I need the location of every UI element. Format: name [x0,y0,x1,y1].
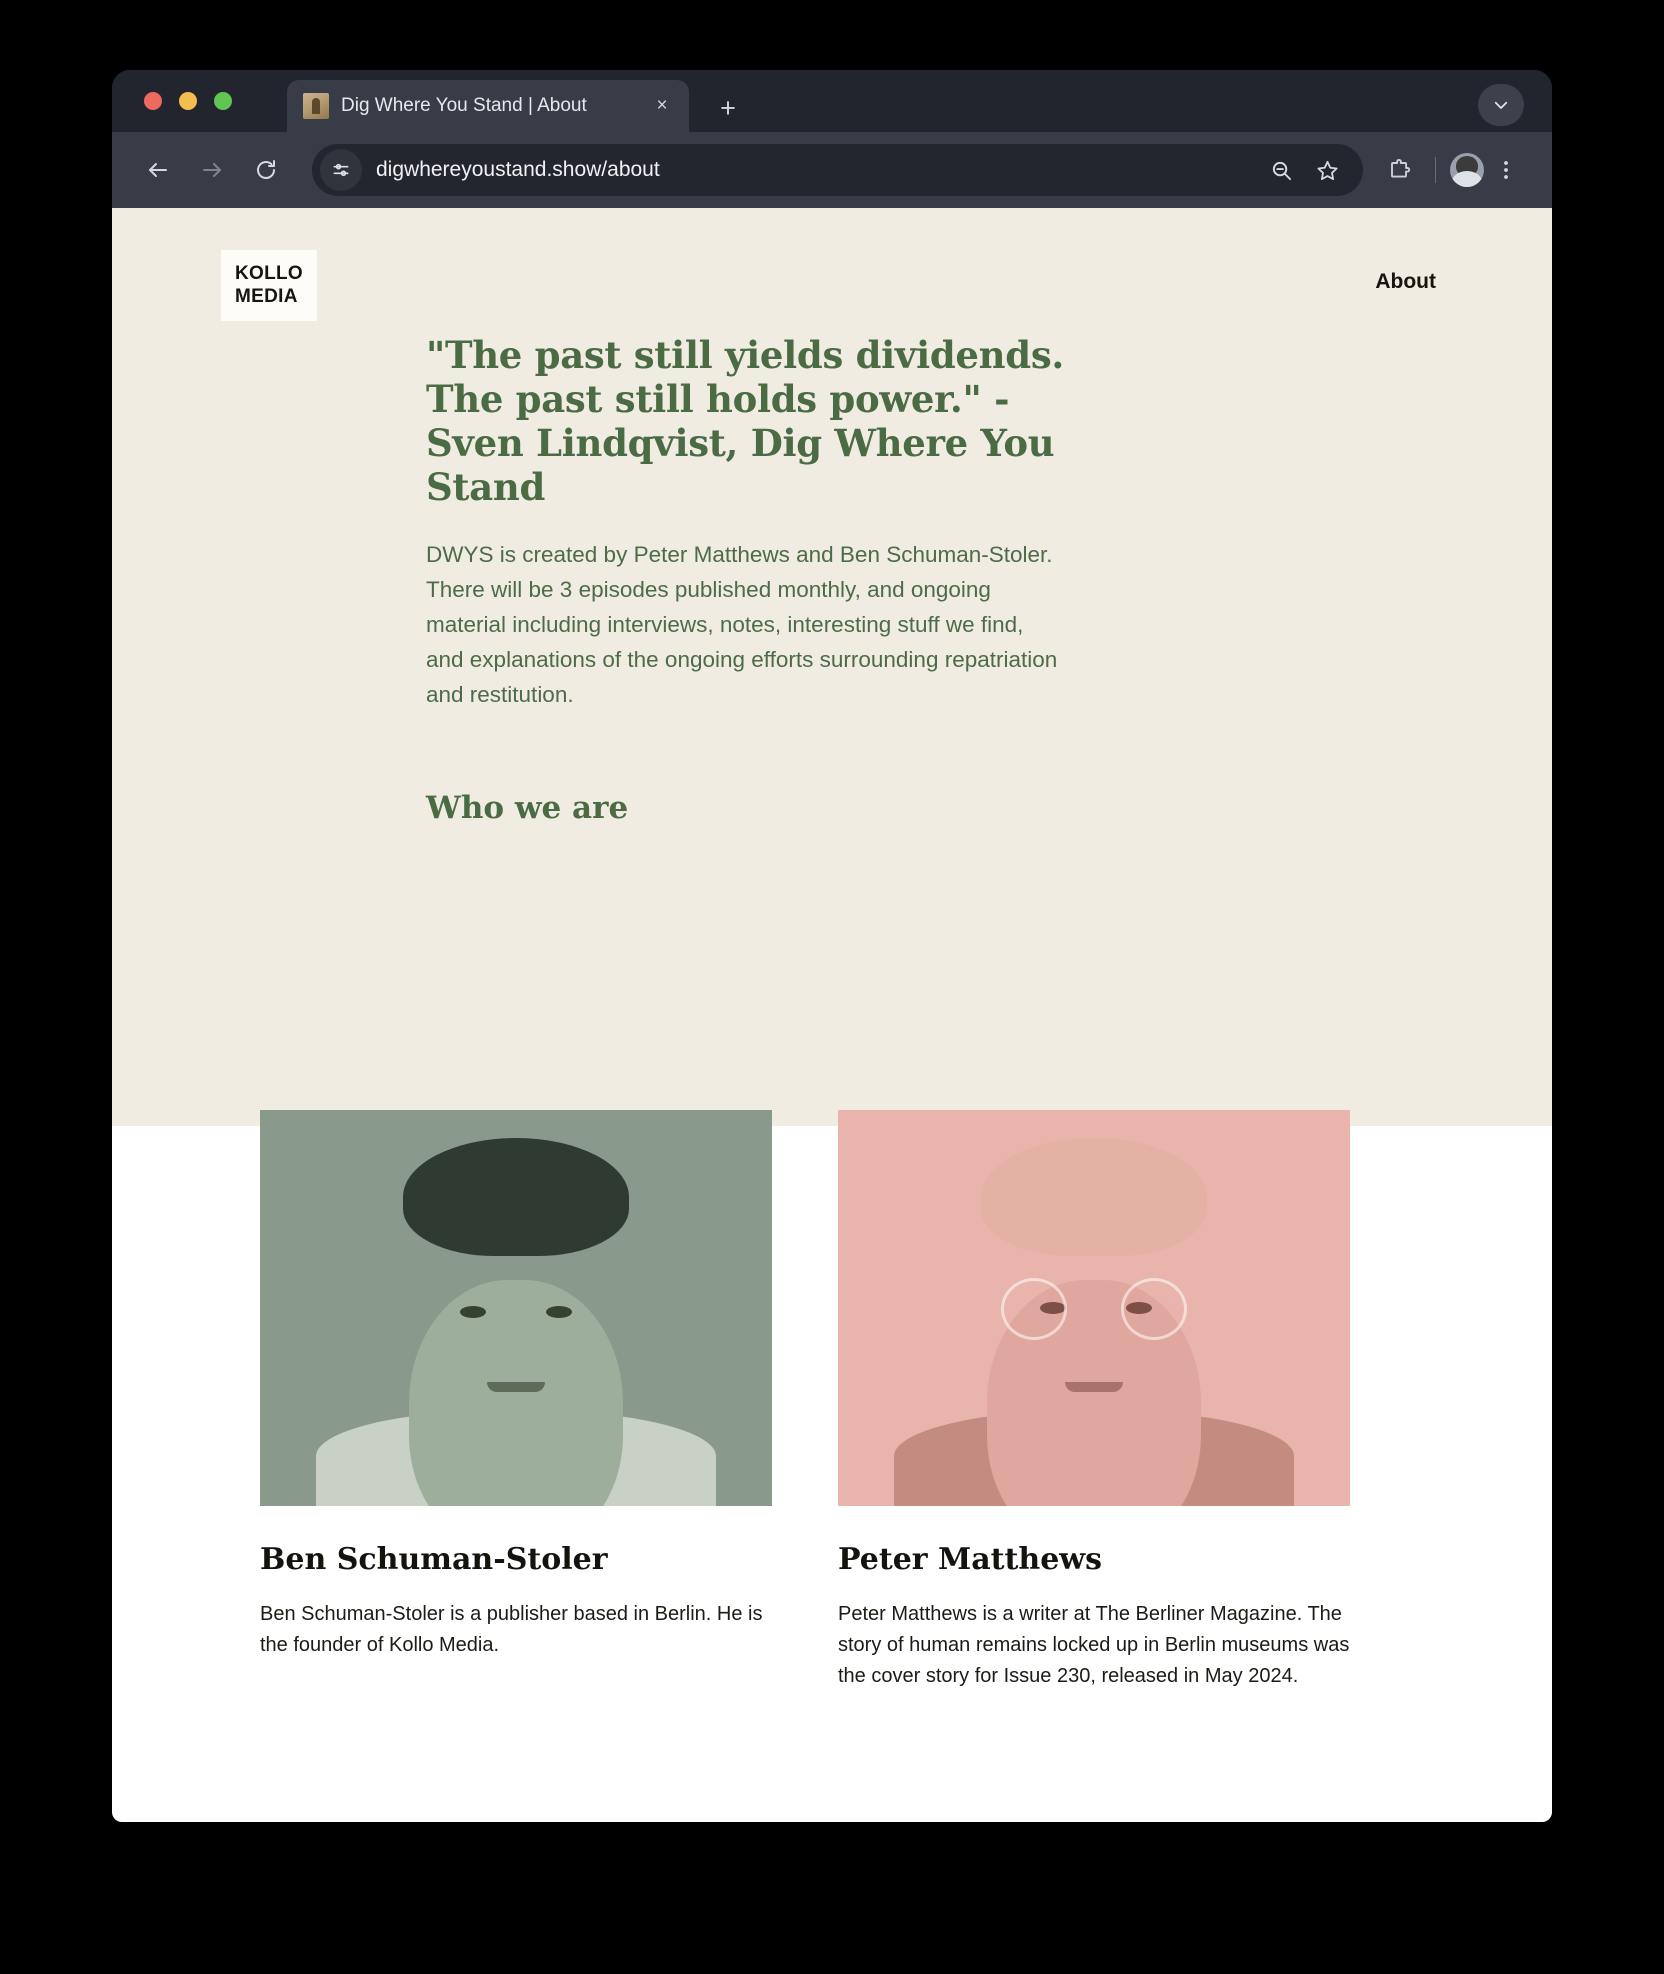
glasses-lens-right [1121,1278,1187,1340]
minimize-window-button[interactable] [179,92,197,110]
site-logo[interactable]: KOLLO MEDIA [221,250,317,321]
site-info-button[interactable] [320,149,362,191]
window-traffic-lights [144,92,232,110]
toolbar-right-actions [1377,148,1528,192]
window-menu-button[interactable] [1478,84,1524,126]
portrait-eye-right [546,1306,572,1318]
portrait-peter-matthews [838,1110,1350,1506]
reload-icon [257,160,275,179]
portrait-ben-schuman-stoler [260,1110,772,1506]
zoom-out-button[interactable] [1261,150,1301,190]
profile-avatar[interactable] [1450,153,1484,187]
portrait-eye-left [460,1306,486,1318]
hero-quote: "The past still yields dividends. The pa… [426,333,1064,509]
browser-menu-button[interactable] [1484,148,1528,192]
portrait-mouth [487,1382,545,1392]
extensions-button[interactable] [1377,148,1421,192]
get-in-touch-section: Get in touch Kollo Media is a publishing… [510,1818,1150,1822]
page-viewport: KOLLO MEDIA About "The past still yields… [112,208,1552,1822]
person-card: Ben Schuman-Stoler Ben Schuman-Stoler is… [260,1110,772,1692]
hero-column: "The past still yields dividends. The pa… [426,333,1066,826]
eyeglasses-icon [1001,1278,1187,1340]
person-bio: Peter Matthews is a writer at The Berlin… [838,1603,1350,1687]
hero-lede: DWYS is created by Peter Matthews and Be… [426,542,1058,707]
forward-button[interactable] [190,148,234,192]
logo-line-1: KOLLO [235,263,303,284]
chevron-down-icon [1494,101,1508,109]
favicon-icon [303,93,329,119]
url-text: digwhereyoustand.show/about [376,158,660,181]
toolbar-divider [1435,157,1436,183]
arrow-left-icon [149,163,167,177]
arrow-right-icon [203,163,221,177]
portrait-hair [981,1138,1207,1256]
browser-toolbar: digwhereyoustand.show/about [112,132,1552,208]
browser-window: Dig Where You Stand | About × + digwhere… [112,70,1552,1822]
address-bar[interactable]: digwhereyoustand.show/about [312,144,1363,196]
tab-title: Dig Where You Stand | About [341,95,587,116]
new-tab-button[interactable]: + [712,92,744,124]
maximize-window-button[interactable] [214,92,232,110]
glasses-lens-left [1001,1278,1067,1340]
close-window-button[interactable] [144,92,162,110]
screenshot-root: Dig Where You Stand | About × + digwhere… [0,0,1664,1974]
reload-button[interactable] [244,148,288,192]
who-we-are-heading: Who we are [426,790,629,826]
bookmark-button[interactable] [1307,150,1347,190]
people-grid: Ben Schuman-Stoler Ben Schuman-Stoler is… [260,1110,1410,1692]
page-content: KOLLO MEDIA About "The past still yields… [112,208,1552,1822]
browser-tab[interactable]: Dig Where You Stand | About × [287,80,689,132]
person-name: Peter Matthews [838,1542,1103,1577]
person-card: Peter Matthews Peter Matthews is a write… [838,1110,1350,1692]
tab-strip: Dig Where You Stand | About × + [112,70,1552,132]
page-settings-icon [333,163,349,177]
person-bio: Ben Schuman-Stoler is a publisher based … [260,1603,763,1656]
portrait-head [409,1280,623,1506]
person-name: Ben Schuman-Stoler [260,1542,608,1577]
puzzle-piece-icon [1391,159,1411,178]
get-in-touch-heading: Get in touch [510,1818,1150,1822]
close-tab-icon[interactable]: × [649,93,675,119]
back-button[interactable] [136,148,180,192]
logo-line-2: MEDIA [235,286,298,307]
star-icon [1316,160,1338,180]
three-dot-menu-icon [1504,161,1508,179]
portrait-mouth [1065,1382,1123,1392]
zoom-out-icon [1272,161,1291,180]
nav-link-about[interactable]: About [1375,270,1436,294]
portrait-hair [403,1138,629,1256]
